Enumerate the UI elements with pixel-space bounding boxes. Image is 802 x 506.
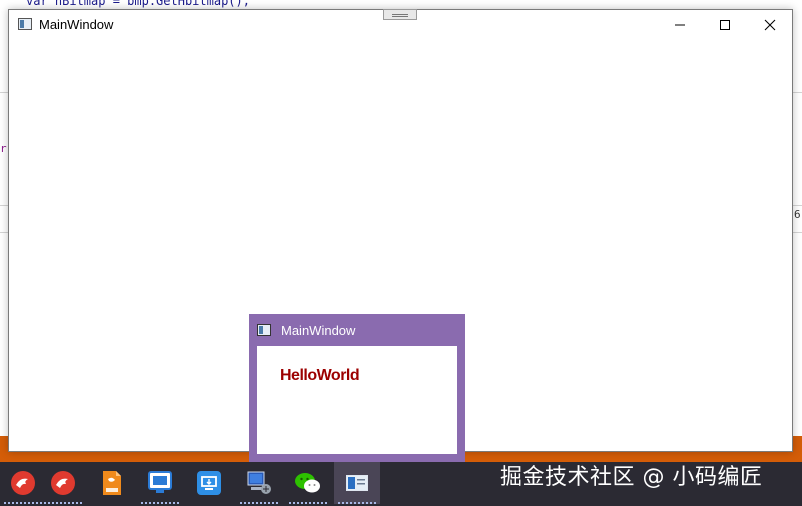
taskbar-item-red-bird-2[interactable] [40,462,86,504]
taskbar-item-orange-document[interactable] [89,462,135,504]
app-presentation-icon [148,471,172,493]
code-fragment-left: r [0,142,7,155]
taskbar-running-indicator [338,500,376,504]
taskbar-item-wechat[interactable] [285,462,331,504]
hello-world-text: HelloWorld [280,367,360,384]
taskbar-thumbnail-preview[interactable]: MainWindow HelloWorld [249,314,465,462]
wpf-window-icon [257,324,271,336]
taskbar-item-remote-desktop[interactable] [186,462,232,504]
thumbnail-content[interactable]: HelloWorld [257,346,457,454]
app-orange-document-icon [103,471,121,495]
taskbar-item-mainwindow[interactable] [334,462,380,504]
app-wechat-icon [295,473,320,493]
app-remote-desktop-icon [197,471,221,495]
taskbar-running-indicator [141,500,179,504]
taskbar-running-indicator [44,500,82,504]
maximize-button[interactable] [702,10,748,40]
app-mainwindow-icon [346,475,368,491]
taskbar-item-presentation[interactable] [137,462,183,504]
thumbnail-title: MainWindow [281,323,356,338]
minimize-button[interactable] [657,10,703,40]
maximize-icon [720,20,730,30]
close-button[interactable] [747,10,793,40]
close-icon [764,19,776,31]
code-fragment-right: 6 [794,208,801,221]
app-red-bird-icon [11,471,35,495]
app-red-bird-2-icon [51,471,75,495]
minimize-icon [675,24,685,26]
watermark-text: 掘金技术社区 @ 小码编匠 [500,465,763,490]
wpf-window-icon[interactable] [18,18,32,30]
taskbar-running-indicator [289,500,327,504]
taskbar-running-indicator [240,500,278,504]
splitter-handle[interactable] [383,9,417,20]
code-line: var hBitmap = bmp.GetHbitmap(); [26,0,250,8]
app-network-computer-icon [247,471,271,494]
taskbar-item-network-computer[interactable] [236,462,282,504]
window-title: MainWindow [39,17,114,32]
taskbar-running-indicator [4,500,42,504]
